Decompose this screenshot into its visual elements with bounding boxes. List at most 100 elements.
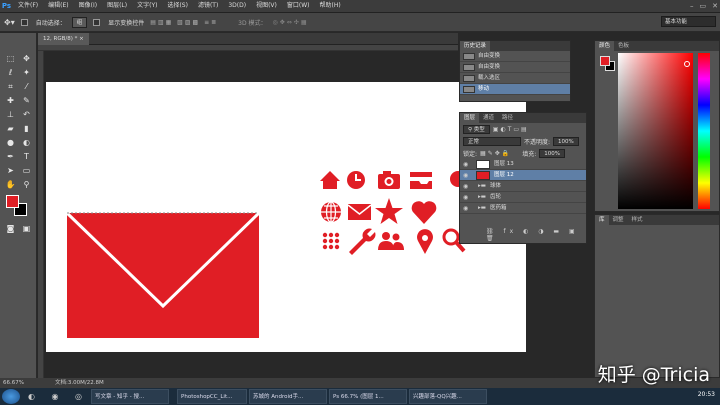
layer-group-row[interactable]: ◉ ▸▬ 齿轮 xyxy=(460,192,586,203)
menu-filter[interactable]: 滤镜(T) xyxy=(193,0,223,12)
tab-libraries[interactable]: 库 xyxy=(595,215,609,225)
foreground-color-swatch[interactable] xyxy=(6,195,19,208)
taskbar-item[interactable]: 苏城的 Android手... xyxy=(249,389,328,404)
opacity-input[interactable]: 100% xyxy=(553,136,579,146)
tab-channels[interactable]: 通道 xyxy=(479,113,498,123)
history-item[interactable]: 自由变换 xyxy=(460,62,570,73)
visibility-eye-icon[interactable]: ◉ xyxy=(463,159,468,170)
clock[interactable]: 20:53 xyxy=(698,391,715,398)
blend-mode-dropdown[interactable]: 正常 xyxy=(463,136,521,146)
lasso-tool-icon[interactable]: ℓ xyxy=(4,67,17,78)
layers-footer-icons[interactable]: ⛓ fx ◐ ◑ ▬ ▣ 🗑 xyxy=(486,228,586,242)
taskbar-item[interactable]: Ps 66.7% (图层 1... xyxy=(329,389,408,404)
tab-paths[interactable]: 路径 xyxy=(498,113,517,123)
history-item-label: 移动 xyxy=(478,86,490,92)
panel-fg-swatch[interactable] xyxy=(600,56,610,66)
tab-styles[interactable]: 样式 xyxy=(628,215,647,225)
type-tool-icon[interactable]: T xyxy=(20,151,33,162)
pinned-app-icons[interactable]: ◐ ◉ ◎ xyxy=(28,392,89,401)
taskbar-item[interactable]: PhotoshopCC_Lit... xyxy=(177,389,248,404)
tab-color[interactable]: 颜色 xyxy=(595,41,615,51)
history-item-label: 自由变换 xyxy=(478,64,501,70)
blur-tool-icon[interactable]: ● xyxy=(4,137,17,148)
hand-tool-icon[interactable]: ✋ xyxy=(4,179,17,190)
menu-3d[interactable]: 3D(D) xyxy=(223,0,251,12)
visibility-eye-icon[interactable]: ◉ xyxy=(463,203,468,214)
layer-row[interactable]: ◉ 图层 13 xyxy=(460,159,586,170)
shape-tool-icon[interactable]: ▭ xyxy=(20,165,33,176)
history-item[interactable]: 自由变换 xyxy=(460,51,570,62)
taskbar-item[interactable]: 兴趣部落-QQ兴趣... xyxy=(409,389,488,404)
visibility-eye-icon[interactable]: ◉ xyxy=(463,181,468,192)
visibility-eye-icon[interactable]: ◉ xyxy=(463,192,468,203)
taskbar-item[interactable]: 写文章 - 知乎 - 搜... xyxy=(91,389,170,404)
screen-mode-icon[interactable]: ▣ xyxy=(20,223,33,234)
stamp-tool-icon[interactable]: ⊥ xyxy=(4,109,17,120)
layer-kind-dropdown[interactable]: ⚲ 类型 xyxy=(463,124,490,134)
menu-type[interactable]: 文字(Y) xyxy=(132,0,162,12)
lock-row: 锁定: ▦✎✥🔒 填充: 100% xyxy=(460,147,586,159)
workspace-select[interactable]: 基本功能 xyxy=(661,16,716,27)
pen-tool-icon[interactable]: ✒ xyxy=(4,151,17,162)
magic-wand-icon[interactable]: ✦ xyxy=(20,67,33,78)
lock-icons[interactable]: ▦✎✥🔒 xyxy=(480,150,511,157)
document-size[interactable]: 文档:3.00M/22.8M xyxy=(55,378,104,388)
menu-help[interactable]: 帮助(H) xyxy=(315,0,346,12)
move-tool-icon[interactable]: ✥ xyxy=(20,53,33,64)
dodge-tool-icon[interactable]: ◐ xyxy=(20,137,33,148)
hue-slider[interactable] xyxy=(698,53,710,209)
history-brush-icon[interactable]: ↶ xyxy=(20,109,33,120)
tab-history[interactable]: 历史记录 xyxy=(460,41,491,51)
visibility-eye-icon[interactable]: ◉ xyxy=(463,170,468,181)
eyedropper-icon[interactable]: ⁄ xyxy=(20,81,33,92)
auto-select-label: 自动选择： xyxy=(35,19,66,27)
quick-mask-icon[interactable]: ◙ xyxy=(4,223,17,234)
gradient-tool-icon[interactable]: ▮ xyxy=(20,123,33,134)
menu-select[interactable]: 选择(S) xyxy=(162,0,193,12)
menu-window[interactable]: 窗口(W) xyxy=(282,0,315,12)
layer-group-row[interactable]: ◉ ▸▬ 球体 xyxy=(460,181,586,192)
color-picker-field[interactable] xyxy=(618,53,693,209)
auto-select-dropdown[interactable]: 组 xyxy=(71,16,88,28)
tab-swatches[interactable]: 色板 xyxy=(614,41,633,51)
document-tab[interactable]: 12, RGB/8) * × xyxy=(38,33,89,45)
menu-view[interactable]: 视图(V) xyxy=(251,0,282,12)
window-controls: – ▭ ✕ xyxy=(690,0,718,12)
tab-layers[interactable]: 图层 xyxy=(460,113,480,123)
zoom-tool-icon[interactable]: ⚲ xyxy=(20,179,33,190)
history-item[interactable]: 载入选区 xyxy=(460,73,570,84)
tab-adjustments[interactable]: 调整 xyxy=(609,215,628,225)
layer-name: 齿轮 xyxy=(490,194,502,200)
show-transform-checkbox[interactable] xyxy=(93,18,102,26)
fill-label: 填充: xyxy=(522,150,537,158)
maximize-icon[interactable]: ▭ xyxy=(700,0,707,12)
start-button[interactable] xyxy=(2,389,20,404)
layer-filter-icons[interactable]: ▣◐T▭▤ xyxy=(493,126,529,133)
close-icon[interactable]: ✕ xyxy=(712,0,718,12)
zoom-level[interactable]: 66.67% xyxy=(3,378,24,388)
healing-brush-icon[interactable]: ✚ xyxy=(4,95,17,106)
history-item[interactable]: 移动 xyxy=(460,84,570,95)
layer-group-row[interactable]: ◉ ▸▬ 医药箱 xyxy=(460,203,586,214)
align-icons[interactable]: ▤▥▦ ▧▨▩ ≡≣ xyxy=(150,19,218,26)
menu-edit[interactable]: 编辑(E) xyxy=(43,0,73,12)
minimize-icon[interactable]: – xyxy=(690,0,694,12)
fill-input[interactable]: 100% xyxy=(539,148,565,158)
menu-file[interactable]: 文件(F) xyxy=(13,0,43,12)
3d-mode-icons[interactable]: ◎✥⇔✣▦ xyxy=(273,19,309,26)
menu-image[interactable]: 图像(I) xyxy=(74,0,102,12)
crop-tool-icon[interactable]: ⌗ xyxy=(4,81,17,92)
tab-close-icon[interactable]: × xyxy=(79,36,84,42)
marquee-tool-icon[interactable]: ⬚ xyxy=(4,53,17,64)
history-item-label: 自由变换 xyxy=(478,53,501,59)
eraser-tool-icon[interactable]: ▰ xyxy=(4,123,17,134)
star-icon xyxy=(375,198,403,224)
canvas[interactable] xyxy=(46,82,526,352)
location-pin-icon xyxy=(417,229,433,254)
path-select-icon[interactable]: ➤ xyxy=(4,165,17,176)
brush-tool-icon[interactable]: ✎ xyxy=(20,95,33,106)
menu-layer[interactable]: 图层(L) xyxy=(102,0,132,12)
move-tool-icon[interactable]: ✥▾ xyxy=(4,18,15,27)
layer-row[interactable]: ◉ 图层 12 xyxy=(460,170,586,181)
auto-select-checkbox[interactable] xyxy=(20,18,30,26)
